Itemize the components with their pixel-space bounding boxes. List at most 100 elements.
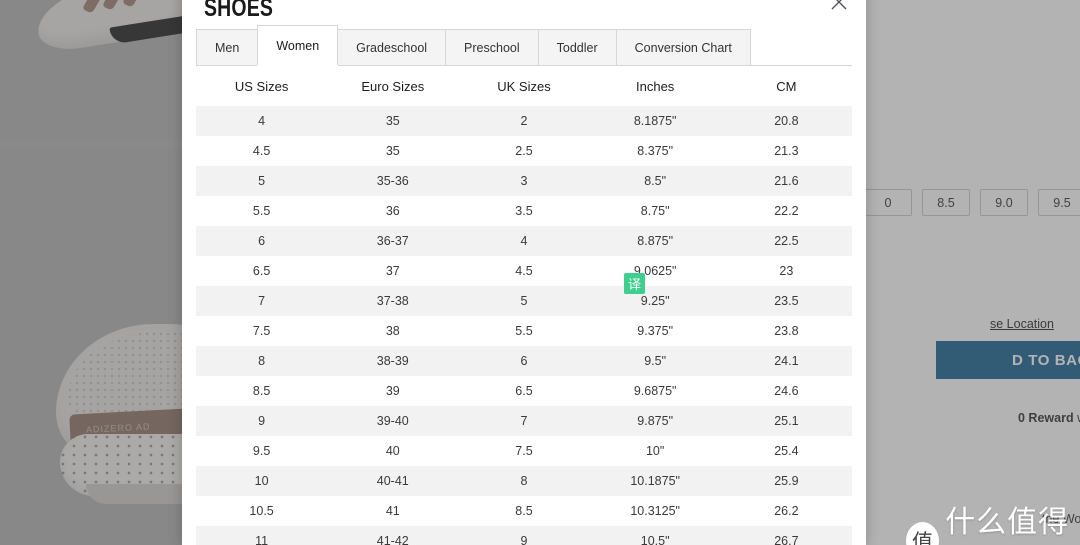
table-row: 9 39-40 7 9.875" 25.1 — [196, 406, 852, 436]
table-cell: 23.8 — [720, 316, 852, 346]
table-row: 6.5 37 4.5 9.0625" 23 — [196, 256, 852, 286]
table-cell: 9.375" — [589, 316, 721, 346]
table-row: 5 35-36 3 8.5" 21.6 — [196, 166, 852, 196]
table-cell: 22.2 — [720, 196, 852, 226]
tab-women[interactable]: Women — [257, 25, 339, 66]
table-header-row: US Sizes Euro Sizes UK Sizes Inches CM — [196, 66, 852, 106]
table-cell: 2.5 — [458, 136, 590, 166]
table-cell: 38-39 — [327, 346, 459, 376]
tab-preschool[interactable]: Preschool — [445, 29, 539, 65]
table-cell: 6.5 — [196, 256, 328, 286]
table-cell: 21.3 — [720, 136, 852, 166]
table-cell: 37-38 — [327, 286, 459, 316]
close-icon-glyph — [831, 0, 847, 10]
size-chip[interactable]: 9.0 — [980, 189, 1028, 216]
table-cell: 25.9 — [720, 466, 852, 496]
table-cell: 6.5 — [458, 376, 590, 406]
table-cell: 10.1875" — [589, 466, 721, 496]
table-cell: 4 — [196, 106, 328, 136]
size-table-container: US Sizes Euro Sizes UK Sizes Inches CM 4 35 2 8… — [196, 66, 852, 545]
table-cell: 41 — [327, 496, 459, 526]
table-cell: 4.5 — [458, 256, 590, 286]
table-cell: 4 — [458, 226, 590, 256]
product-image-gallery: ADIZERO AD — [0, 0, 182, 545]
table-cell: 39 — [327, 376, 459, 406]
table-cell: 10.5" — [589, 526, 721, 545]
table-body: 4 35 2 8.1875" 20.8 4.5 35 2.5 8.375" 21.3 5 35-36 3… — [196, 106, 852, 545]
tab-men[interactable]: Men — [196, 29, 259, 65]
table-cell: 5.5 — [458, 316, 590, 346]
column-header: UK Sizes — [458, 66, 590, 106]
tab-conversion-chart[interactable]: Conversion Chart — [615, 29, 751, 65]
table-cell: 10.3125" — [589, 496, 721, 526]
table-cell: 35 — [327, 106, 459, 136]
table-row: 7.5 38 5.5 9.375" 23.8 — [196, 316, 852, 346]
table-cell: 9.875" — [589, 406, 721, 436]
tab-toddler[interactable]: Toddler — [537, 29, 617, 65]
table-cell: 22.5 — [720, 226, 852, 256]
translate-badge[interactable]: 译 — [624, 273, 645, 294]
table-cell: 24.1 — [720, 346, 852, 376]
table-cell: 9.5 — [196, 436, 328, 466]
size-chip[interactable]: 9.5 — [1038, 189, 1080, 216]
table-cell: 7 — [196, 286, 328, 316]
table-cell: 6 — [458, 346, 590, 376]
table-header: US Sizes Euro Sizes UK Sizes Inches CM — [196, 66, 852, 106]
product-image-bottom[interactable]: ADIZERO AD — [0, 148, 182, 545]
size-chip[interactable]: 0 — [864, 189, 912, 216]
table-cell: 40-41 — [327, 466, 459, 496]
table-cell: 8.5" — [589, 166, 721, 196]
table-cell: 35 — [327, 136, 459, 166]
table-cell: 40 — [327, 436, 459, 466]
product-image-top[interactable] — [0, 0, 182, 140]
product-description-line: the Wo , adidas AZ4 — [1042, 512, 1080, 526]
column-header: CM — [720, 66, 852, 106]
table-cell: 7 — [458, 406, 590, 436]
table-cell: 8.375" — [589, 136, 721, 166]
table-cell: 10.5 — [196, 496, 328, 526]
table-cell: 10 — [196, 466, 328, 496]
table-cell: 8.1875" — [589, 106, 721, 136]
table-cell: 9.25" — [589, 286, 721, 316]
table-cell: 2 — [458, 106, 590, 136]
size-chip[interactable]: 8.5 — [922, 189, 970, 216]
close-icon[interactable] — [829, 0, 849, 12]
table-cell: 8 — [196, 346, 328, 376]
table-cell: 25.1 — [720, 406, 852, 436]
table-cell: 5 — [458, 286, 590, 316]
column-header: US Sizes — [196, 66, 328, 106]
table-cell: 6 — [196, 226, 328, 256]
reward-note: 0 Reward with this purchase. — [1018, 411, 1080, 425]
table-row: 5.5 36 3.5 8.75" 22.2 — [196, 196, 852, 226]
table-cell: 23.5 — [720, 286, 852, 316]
table-cell: 20.8 — [720, 106, 852, 136]
page-title: SHOES — [204, 0, 274, 22]
size-conversion-table: US Sizes Euro Sizes UK Sizes Inches CM 4 35 2 8… — [196, 66, 852, 545]
size-selector[interactable]: 0 8.5 9.0 9.5 — [864, 189, 1080, 216]
table-cell: 8 — [458, 466, 590, 496]
table-cell: 8.875" — [589, 226, 721, 256]
table-row: 11 41-42 9 10.5" 26.7 — [196, 526, 852, 545]
table-cell: 7.5 — [196, 316, 328, 346]
adidas-shoe-image — [32, 0, 182, 60]
table-cell: 26.2 — [720, 496, 852, 526]
table-cell: 8.75" — [589, 196, 721, 226]
choose-location-link[interactable]: se Location — [990, 317, 1054, 331]
column-header: Euro Sizes — [327, 66, 459, 106]
reward-suffix: with this purchase. — [1074, 411, 1080, 425]
table-cell: 7.5 — [458, 436, 590, 466]
table-row: 8.5 39 6.5 9.6875" 24.6 — [196, 376, 852, 406]
tab-gradeschool[interactable]: Gradeschool — [337, 29, 447, 65]
add-to-bag-button[interactable]: D TO BAG — [936, 341, 1080, 379]
table-row: 8 38-39 6 9.5" 24.1 — [196, 346, 852, 376]
table-cell: 41-42 — [327, 526, 459, 545]
table-row: 10 40-41 8 10.1875" 25.9 — [196, 466, 852, 496]
table-cell: 5.5 — [196, 196, 328, 226]
table-cell: 9 — [196, 406, 328, 436]
reward-amount: 0 Reward — [1018, 411, 1074, 425]
adidas-adizero-shoe-image: ADIZERO AD — [56, 324, 182, 524]
table-cell: 3 — [458, 166, 590, 196]
table-cell: 10" — [589, 436, 721, 466]
column-header: Inches — [589, 66, 721, 106]
size-chart-modal: SHOES Men Women Gradeschool Preschool To… — [182, 0, 866, 545]
